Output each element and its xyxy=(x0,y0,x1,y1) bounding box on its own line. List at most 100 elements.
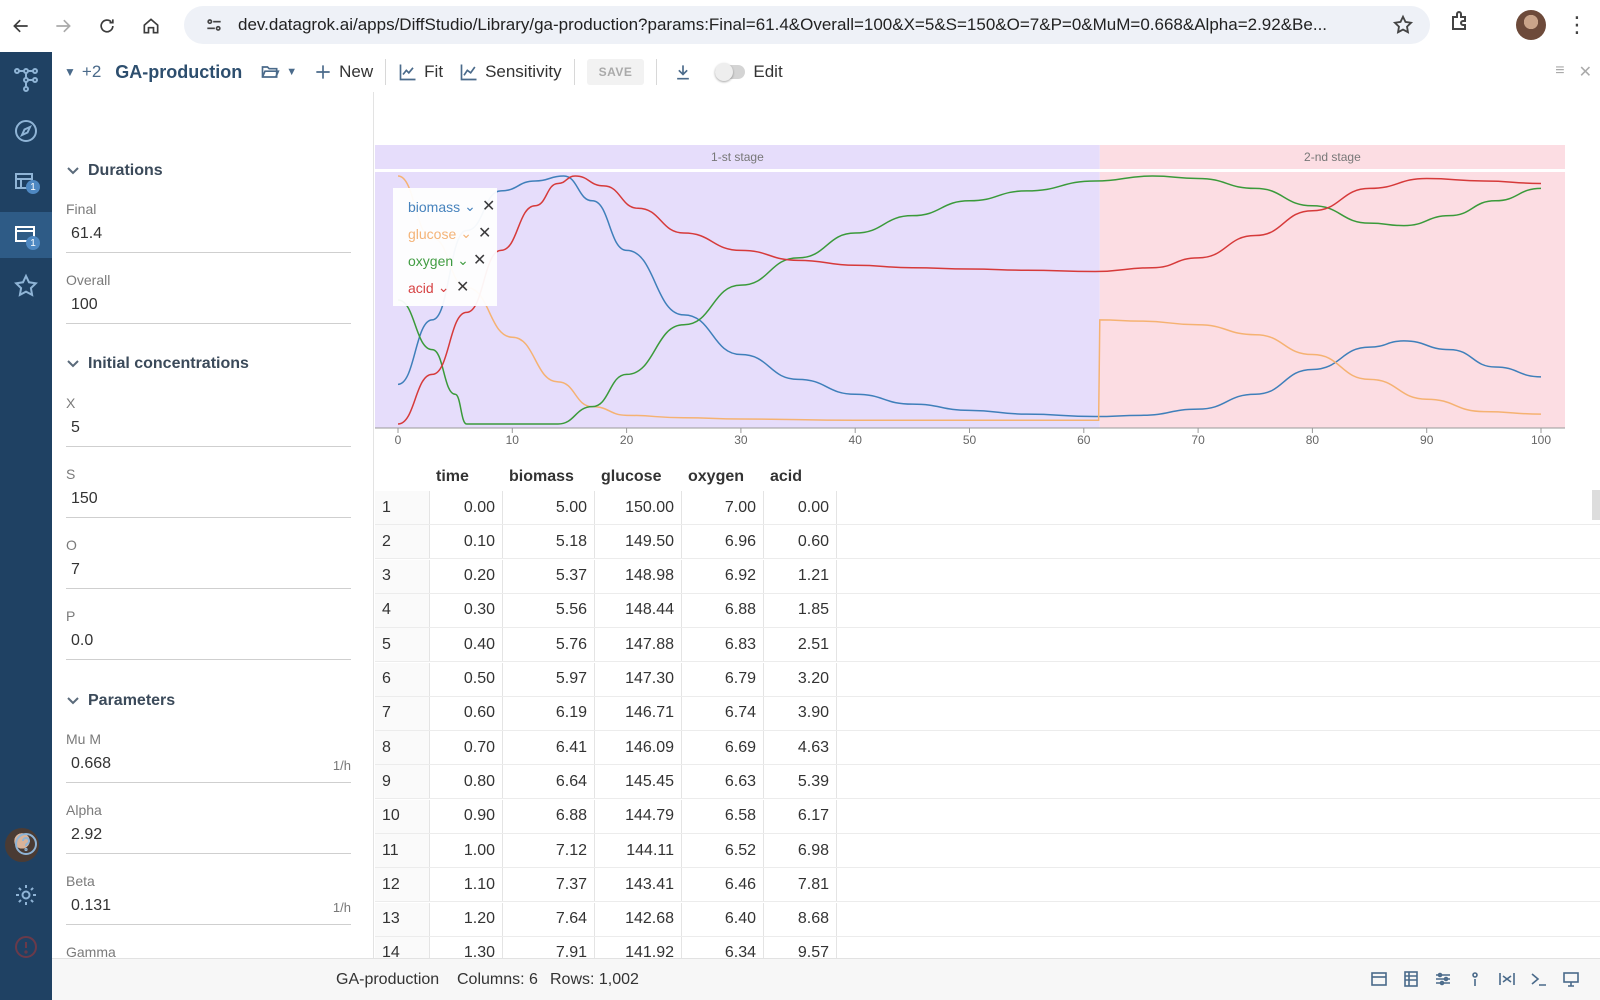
open-folder-button[interactable]: ▼ xyxy=(252,62,305,82)
table-cell[interactable]: 7.12 xyxy=(503,834,595,867)
table-cell[interactable]: 1.85 xyxy=(764,593,837,627)
section-parameters[interactable]: Parameters xyxy=(66,692,175,710)
field-value[interactable]: 7 xyxy=(66,561,80,578)
table-row[interactable]: 8 0.70 6.41 146.09 6.69 4.63 xyxy=(375,731,1600,766)
fit-button[interactable]: Fit xyxy=(390,62,451,82)
table-cell[interactable]: 3.20 xyxy=(764,662,837,696)
formula-icon[interactable] xyxy=(1498,970,1516,988)
table-cell[interactable]: 8.68 xyxy=(764,902,837,936)
table-row[interactable]: 1 0.00 5.00 150.00 7.00 0.00 xyxy=(375,491,1600,525)
bookmark-star-icon[interactable] xyxy=(1392,14,1414,41)
chevron-down-icon[interactable]: ⌄ xyxy=(457,252,469,269)
table-cell[interactable]: 6.40 xyxy=(682,902,764,936)
legend-item-acid[interactable]: acid ⌄ xyxy=(408,279,449,296)
sensitivity-button[interactable]: Sensitivity xyxy=(451,62,570,82)
column-header-acid[interactable]: acid xyxy=(764,462,837,492)
table-row[interactable]: 12 1.10 7.37 143.41 6.46 7.81 xyxy=(375,868,1600,903)
table-cell[interactable]: 146.71 xyxy=(595,696,682,730)
table-cell[interactable]: 6.88 xyxy=(682,593,764,627)
row-index-cell[interactable]: 14 xyxy=(375,936,430,958)
table-cell[interactable]: 5.37 xyxy=(503,559,595,593)
chevron-down-icon[interactable]: ⌄ xyxy=(460,225,472,242)
table-cell[interactable]: 6.69 xyxy=(682,731,764,765)
hamburger-menu-icon[interactable]: ≡ xyxy=(1555,62,1564,82)
info-icon[interactable] xyxy=(1466,970,1484,988)
table-cell[interactable]: 6.74 xyxy=(682,696,764,730)
table-cell[interactable]: 148.44 xyxy=(595,593,682,627)
mu-m-input[interactable]: 0.668 1/h xyxy=(66,755,351,783)
site-settings-icon[interactable] xyxy=(196,15,232,35)
legend-item-glucose[interactable]: glucose ⌄ xyxy=(408,225,472,242)
table-cell[interactable]: 149.50 xyxy=(595,525,682,559)
table-row[interactable]: 11 1.00 7.12 144.11 6.52 6.98 xyxy=(375,834,1600,868)
table-cell[interactable]: 1.20 xyxy=(430,902,503,936)
status-table-name[interactable]: GA-production xyxy=(336,971,439,989)
table-cell[interactable]: 141.92 xyxy=(595,936,682,958)
remove-series-icon[interactable]: ✕ xyxy=(482,196,495,216)
compass-icon[interactable] xyxy=(8,113,44,149)
back-icon[interactable] xyxy=(4,9,38,43)
settings-gear-icon[interactable] xyxy=(8,877,44,913)
remove-series-icon[interactable]: ✕ xyxy=(473,250,486,270)
browser-menu-icon[interactable]: ⋮ xyxy=(1566,12,1588,38)
forward-icon[interactable] xyxy=(46,9,80,43)
table-cell[interactable]: 7.81 xyxy=(764,868,837,902)
table-cell[interactable]: 7.00 xyxy=(682,491,764,524)
beta-input[interactable]: 0.131 1/h xyxy=(66,897,351,925)
table-cell[interactable]: 145.45 xyxy=(595,765,682,799)
table-row[interactable]: 7 0.60 6.19 146.71 6.74 3.90 xyxy=(375,696,1600,731)
table-cell[interactable]: 0.80 xyxy=(430,765,503,799)
table-cell[interactable]: 5.00 xyxy=(503,491,595,524)
download-button[interactable] xyxy=(665,62,701,82)
table-cell[interactable]: 6.63 xyxy=(682,765,764,799)
column-header-glucose[interactable]: glucose xyxy=(595,462,682,492)
table-cell[interactable]: 1.10 xyxy=(430,868,503,902)
legend-item-biomass[interactable]: biomass ⌄ xyxy=(408,198,476,215)
field-value[interactable]: 100 xyxy=(66,296,98,313)
field-value[interactable]: 0.668 xyxy=(66,755,111,772)
reload-icon[interactable] xyxy=(90,9,124,43)
overall-input[interactable]: 100 xyxy=(66,296,351,324)
table-cell[interactable]: 0.10 xyxy=(430,525,503,559)
row-index-cell[interactable]: 9 xyxy=(375,765,430,799)
table-cell[interactable]: 5.56 xyxy=(503,593,595,627)
table-cell[interactable]: 2.51 xyxy=(764,628,837,662)
alpha-input[interactable]: 2.92 xyxy=(66,826,351,854)
row-index-cell[interactable]: 2 xyxy=(375,525,430,559)
table-cell[interactable]: 5.76 xyxy=(503,628,595,662)
favorites-star-icon[interactable] xyxy=(8,268,44,304)
x-input[interactable]: 5 xyxy=(66,419,351,447)
table-cell[interactable]: 6.41 xyxy=(503,731,595,765)
row-index-cell[interactable]: 8 xyxy=(375,731,430,765)
table-cell[interactable]: 0.60 xyxy=(430,696,503,730)
table-cell[interactable]: 144.11 xyxy=(595,834,682,867)
table-row[interactable]: 14 1.30 7.91 141.92 6.34 9.57 xyxy=(375,936,1600,958)
final-input[interactable]: 61.4 xyxy=(66,225,351,253)
field-value[interactable]: 0.0 xyxy=(66,632,93,649)
table-icon[interactable] xyxy=(1402,970,1420,988)
table-row[interactable]: 3 0.20 5.37 148.98 6.92 1.21 xyxy=(375,559,1600,594)
row-index-cell[interactable]: 1 xyxy=(375,491,430,524)
row-index-cell[interactable]: 6 xyxy=(375,662,430,696)
o-input[interactable]: 7 xyxy=(66,561,351,589)
alert-icon[interactable] xyxy=(8,929,44,965)
layout-icon[interactable] xyxy=(1370,970,1388,988)
table-cell[interactable]: 6.83 xyxy=(682,628,764,662)
table-row[interactable]: 2 0.10 5.18 149.50 6.96 0.60 xyxy=(375,525,1600,560)
table-cell[interactable]: 142.68 xyxy=(595,902,682,936)
row-index-cell[interactable]: 10 xyxy=(375,799,430,833)
table-cell[interactable]: 6.64 xyxy=(503,765,595,799)
table-cell[interactable]: 6.88 xyxy=(503,799,595,833)
remove-series-icon[interactable]: ✕ xyxy=(456,277,469,297)
table-cell[interactable]: 1.30 xyxy=(430,936,503,958)
table-cell[interactable]: 7.64 xyxy=(503,902,595,936)
table-cell[interactable]: 9.57 xyxy=(764,936,837,958)
p-input[interactable]: 0.0 xyxy=(66,632,351,660)
table-cell[interactable]: 6.58 xyxy=(682,799,764,833)
chevron-down-icon[interactable]: ⌄ xyxy=(464,198,476,215)
line-chart[interactable]: 1-st stage 2-nd stage 0 10 20 30 40 50 60 70 80 90 1… xyxy=(375,92,1600,462)
table-cell[interactable]: 6.52 xyxy=(682,834,764,867)
table-cell[interactable]: 0.20 xyxy=(430,559,503,593)
section-durations[interactable]: Durations xyxy=(66,162,163,180)
presentation-icon[interactable] xyxy=(1562,970,1580,988)
